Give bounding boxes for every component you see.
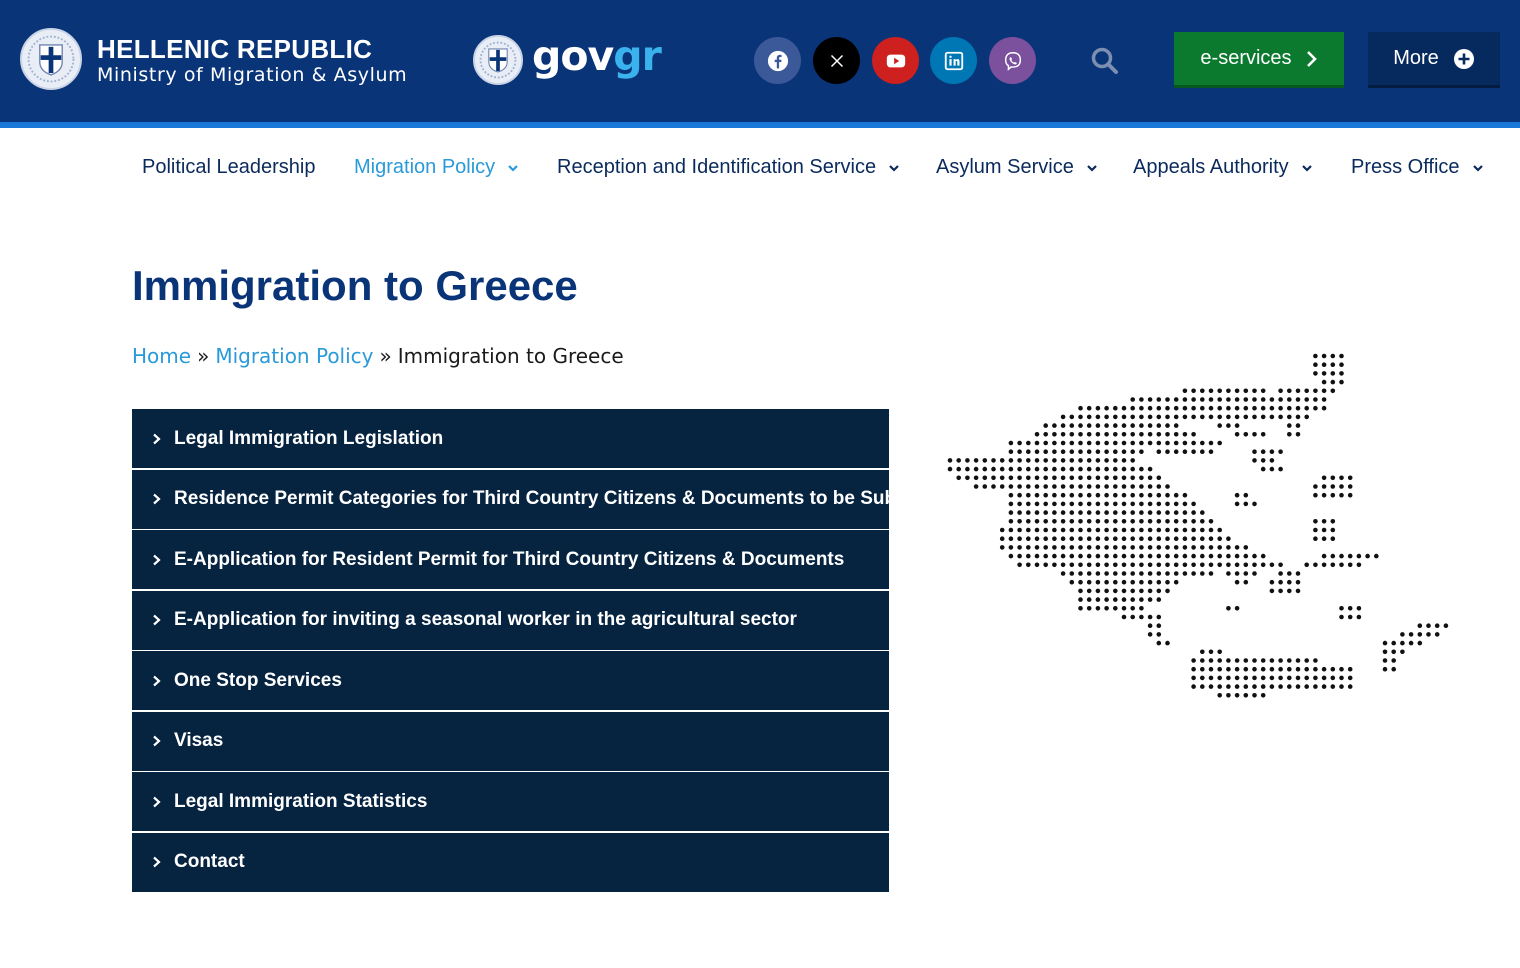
chevron-right-icon [153, 856, 161, 868]
chevron-down-icon [1087, 164, 1097, 172]
topics-accordion: Legal Immigration Legislation Residence … [132, 409, 953, 893]
nav-item-label: Appeals Authority [1133, 156, 1289, 178]
ministry-name[interactable]: Ministry of Migration & Asylum [97, 64, 407, 86]
greece-dotted-map-image [947, 353, 1449, 698]
linkedin-icon [944, 51, 963, 70]
accordion-item-residence-permit-categories[interactable]: Residence Permit Categories for Third Co… [132, 469, 953, 529]
more-label: More [1393, 47, 1439, 69]
chevron-down-icon [1301, 164, 1312, 172]
chevron-right-icon [1306, 50, 1317, 67]
nav-item-label: Asylum Service [936, 156, 1074, 178]
x-twitter-icon [830, 54, 843, 67]
nav-item-political-leadership[interactable]: Political Leadership [142, 156, 315, 179]
accordion-item-legal-immigration-legislation[interactable]: Legal Immigration Legislation [132, 409, 889, 468]
eservices-label: e-services [1200, 47, 1292, 69]
breadcrumb-separator: » [197, 344, 210, 368]
search-button[interactable] [1084, 40, 1126, 82]
facebook-icon [767, 50, 788, 71]
chevron-right-icon [153, 675, 161, 686]
chevron-down-icon [889, 164, 899, 172]
chevron-right-icon [153, 493, 161, 505]
breadcrumb-separator: » [379, 344, 392, 368]
accordion-item-label: E-Application for Resident Permit for Th… [174, 548, 845, 570]
accordion-item-e-application-seasonal-worker[interactable]: E-Application for inviting a seasonal wo… [132, 590, 889, 650]
govgr-emblem-icon[interactable] [473, 35, 523, 85]
site-header: HELLENIC REPUBLIC Ministry of Migration … [0, 0, 1520, 122]
accordion-item-label: E-Application for inviting a seasonal wo… [174, 609, 797, 630]
eservices-button[interactable]: e-services [1174, 32, 1344, 88]
chevron-down-icon [1472, 164, 1483, 172]
accordion-item-label: Visas [174, 730, 224, 751]
chevron-right-icon [153, 735, 161, 747]
nav-item-asylum-service[interactable]: Asylum Service [936, 156, 1098, 179]
accordion-item-e-application-resident-permit[interactable]: E-Application for Resident Permit for Th… [132, 530, 889, 589]
breadcrumb-home-link[interactable]: Home [132, 344, 191, 368]
accordion-item-contact[interactable]: Contact [132, 832, 889, 892]
youtube-icon [886, 54, 905, 67]
accordion-item-label: Contact [174, 851, 245, 872]
nav-item-label: Migration Policy [354, 156, 496, 178]
nav-item-label: Press Office [1351, 156, 1460, 178]
facebook-link[interactable] [754, 37, 801, 84]
plus-circle-icon [1453, 48, 1474, 69]
nav-item-migration-policy[interactable]: Migration Policy [354, 156, 519, 179]
viber-icon [1004, 51, 1021, 71]
nav-item-appeals-authority[interactable]: Appeals Authority [1133, 156, 1313, 179]
nav-item-label: Political Leadership [142, 156, 316, 178]
accordion-item-legal-immigration-statistics[interactable]: Legal Immigration Statistics [132, 772, 889, 831]
viber-link[interactable] [989, 37, 1036, 84]
breadcrumb-migration-policy-link[interactable]: Migration Policy [215, 344, 373, 368]
search-icon [1091, 47, 1118, 74]
page-title: Immigration to Greece [132, 262, 578, 309]
chevron-down-icon [508, 164, 518, 172]
chevron-right-icon [153, 554, 161, 565]
linkedin-link[interactable] [930, 37, 977, 84]
chevron-right-icon [153, 433, 161, 444]
x-twitter-link[interactable] [813, 37, 860, 84]
more-button[interactable]: More [1368, 32, 1500, 88]
chevron-right-icon [153, 796, 161, 807]
nav-item-press-office[interactable]: Press Office [1351, 156, 1484, 179]
govgr-logo[interactable]: govgr [532, 32, 662, 80]
nav-item-reception-identification[interactable]: Reception and Identification Service [557, 156, 900, 179]
accordion-item-visas[interactable]: Visas [132, 711, 889, 771]
nav-item-label: Reception and Identification Service [557, 156, 877, 178]
brand-title[interactable]: HELLENIC REPUBLIC [97, 34, 372, 65]
accordion-item-one-stop-services[interactable]: One Stop Services [132, 651, 889, 710]
accordion-item-label: One Stop Services [174, 669, 342, 691]
breadcrumb: Home» Migration Policy» Immigration to Gre… [132, 344, 624, 368]
chevron-right-icon [153, 614, 161, 626]
greek-coat-of-arms-logo[interactable] [20, 28, 82, 90]
header-accent-stripe [0, 122, 1520, 128]
breadcrumb-current: Immigration to Greece [397, 344, 624, 368]
accordion-item-label: Residence Permit Categories for Third Co… [174, 488, 954, 509]
accordion-item-label: Legal Immigration Legislation [174, 427, 444, 449]
accordion-item-label: Legal Immigration Statistics [174, 790, 428, 812]
youtube-link[interactable] [872, 37, 919, 84]
